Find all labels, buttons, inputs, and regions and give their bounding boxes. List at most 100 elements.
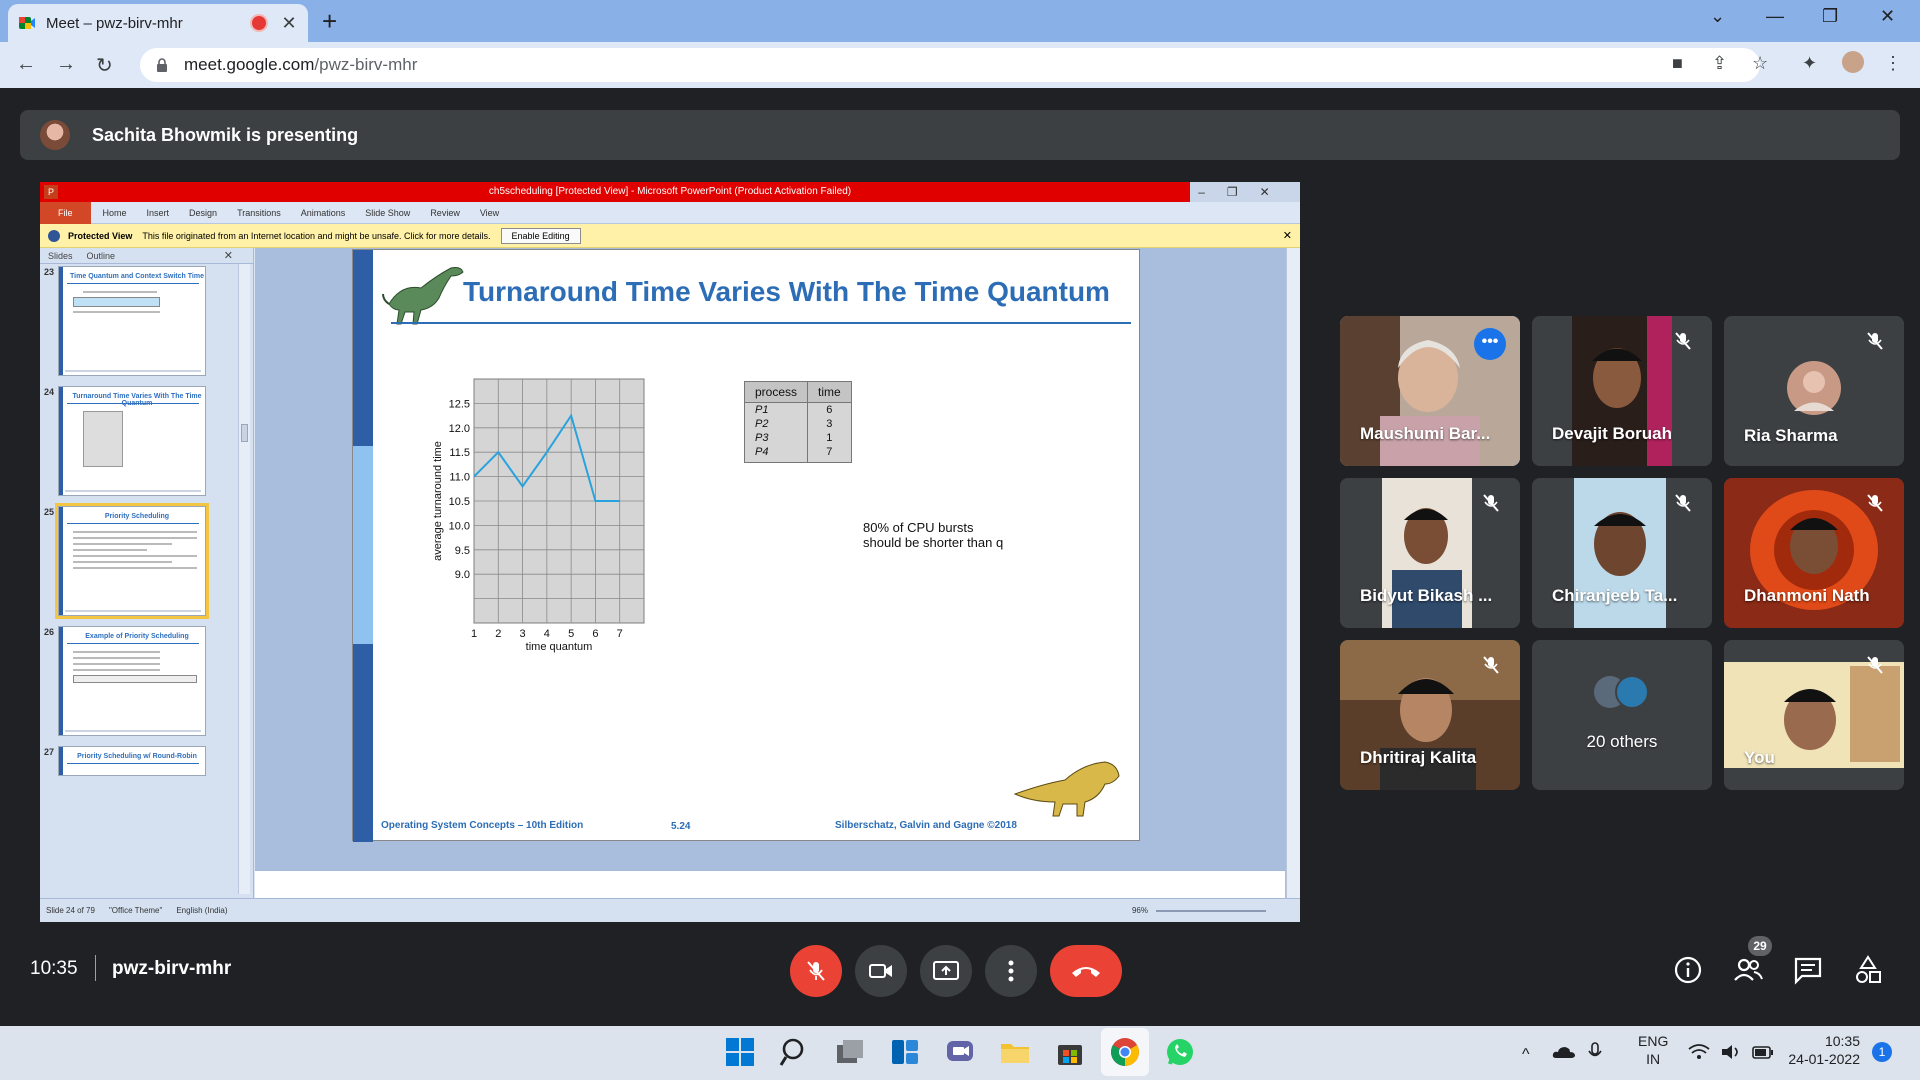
windows-start-icon[interactable] xyxy=(724,1036,756,1068)
table-header-process: process xyxy=(743,381,809,403)
profile-avatar[interactable] xyxy=(1842,51,1864,73)
whatsapp-icon[interactable] xyxy=(1164,1036,1196,1068)
participant-tile-maushumi[interactable]: ••• Maushumi Bar... xyxy=(1340,316,1520,466)
slides-panel-tabs: Slides Outline ✕ xyxy=(40,248,253,264)
slides-panel-scrollbar xyxy=(238,264,250,894)
teams-chat-icon[interactable] xyxy=(944,1036,976,1068)
chart-y-tick-label: 11.5 xyxy=(449,447,470,459)
shared-screen: P ch5scheduling [Protected View] - Micro… xyxy=(40,182,1300,922)
camera-in-use-icon[interactable]: ■ xyxy=(1672,53,1683,74)
leave-call-button[interactable] xyxy=(1050,945,1122,997)
thumb-title: Priority Scheduling w/ Round-Robin xyxy=(77,753,197,760)
minimize-icon[interactable]: — xyxy=(1766,6,1784,27)
thumb-title: Example of Priority Scheduling xyxy=(85,633,189,640)
table-row: P3 1 xyxy=(743,431,852,445)
more-options-icon[interactable]: ••• xyxy=(1474,328,1506,360)
turnaround-line-chart: 12.5 12.0 11.5 11.0 10.5 10.0 9.5 9.0 1 2 3 4 5 6 7 t… xyxy=(432,378,645,653)
camera-toggle-button[interactable] xyxy=(855,945,907,997)
bookmark-star-icon[interactable]: ☆ xyxy=(1752,53,1768,74)
input-language[interactable]: ENG IN xyxy=(1638,1032,1668,1068)
powerpoint-titlebar: P ch5scheduling [Protected View] - Micro… xyxy=(40,182,1300,202)
clock-date: 24-01-2022 xyxy=(1788,1051,1860,1067)
tab-search-icon[interactable]: ⌄ xyxy=(1710,6,1725,27)
system-clock[interactable]: 10:35 24-01-2022 xyxy=(1784,1032,1860,1068)
thumb-title: Time Quantum and Context Switch Time xyxy=(70,273,204,280)
participant-tile-bidyut[interactable]: Bidyut Bikash ... xyxy=(1340,478,1520,628)
participant-name: Devajit Boruah xyxy=(1552,424,1672,443)
task-view-icon[interactable] xyxy=(834,1036,866,1068)
chart-y-tick-label: 10.0 xyxy=(449,520,470,532)
onedrive-icon[interactable] xyxy=(1552,1044,1576,1060)
chrome-icon[interactable] xyxy=(1109,1036,1141,1068)
microsoft-store-icon[interactable] xyxy=(1054,1036,1086,1068)
show-hidden-icons-icon[interactable]: ^ xyxy=(1522,1046,1530,1064)
table-header-time: time xyxy=(807,381,852,403)
powerpoint-window-controls: –❐✕ xyxy=(1190,182,1300,202)
tab-title: Meet – pwz-birv-mhr xyxy=(46,14,183,32)
mic-toggle-button[interactable] xyxy=(790,945,842,997)
browser-toolbar: ← → ↻ meet.google.com/pwz-birv-mhr ■ ⇪ ☆… xyxy=(0,42,1920,88)
chart-y-label: average turnaround time xyxy=(432,441,444,561)
table-cell-time: 7 xyxy=(807,445,852,463)
close-tab-icon[interactable]: ✕ xyxy=(280,13,298,34)
chat-icon[interactable] xyxy=(1792,954,1824,986)
wifi-icon[interactable] xyxy=(1688,1044,1710,1060)
ribbon-tab-home: Home xyxy=(102,207,127,218)
tab-outline: Outline xyxy=(86,250,116,261)
file-explorer-icon[interactable] xyxy=(999,1036,1031,1068)
protected-view-bar: Protected View This file originated from… xyxy=(40,224,1300,248)
close-panel-icon: ✕ xyxy=(223,250,233,262)
volume-icon[interactable] xyxy=(1720,1044,1742,1060)
browser-tab-meet[interactable]: Meet – pwz-birv-mhr ✕ xyxy=(8,4,308,42)
slide-title: Turnaround Time Varies With The Time Qua… xyxy=(463,276,1110,307)
thumb-number: 27 xyxy=(44,747,55,757)
back-icon[interactable]: ← xyxy=(16,53,36,76)
tab-slides: Slides xyxy=(48,250,73,261)
participant-tile-ria[interactable]: Ria Sharma xyxy=(1724,316,1904,466)
extensions-icon[interactable]: ✦ xyxy=(1802,53,1817,74)
new-tab-button[interactable]: + xyxy=(322,6,337,37)
reload-icon[interactable]: ↻ xyxy=(96,53,113,78)
mic-off-icon xyxy=(1483,494,1499,512)
meeting-clock: 10:35 xyxy=(30,958,78,979)
table-cell-process: P1 xyxy=(743,402,809,417)
meeting-details-icon[interactable] xyxy=(1672,954,1704,986)
participant-tile-devajit[interactable]: Devajit Boruah xyxy=(1532,316,1712,466)
mic-off-icon xyxy=(807,961,825,981)
battery-icon[interactable] xyxy=(1752,1046,1774,1059)
chart-y-tick-label: 11.0 xyxy=(449,472,470,484)
microphone-icon[interactable] xyxy=(1588,1042,1602,1062)
activities-icon[interactable] xyxy=(1852,954,1884,986)
address-bar[interactable]: meet.google.com/pwz-birv-mhr xyxy=(140,48,1760,82)
present-screen-button[interactable] xyxy=(920,945,972,997)
forward-icon[interactable]: → xyxy=(56,53,76,76)
presenting-banner: Sachita Bhowmik is presenting xyxy=(20,110,1900,160)
participant-tile-dhanmoni[interactable]: Dhanmoni Nath xyxy=(1724,478,1904,628)
share-icon[interactable]: ⇪ xyxy=(1712,53,1727,74)
restore-icon[interactable]: ❐ xyxy=(1822,6,1838,27)
participant-tile-others[interactable]: 20 others xyxy=(1532,640,1712,790)
status-language: English (India) xyxy=(176,906,228,915)
widgets-icon[interactable] xyxy=(889,1036,921,1068)
ribbon-tab-design: Design xyxy=(189,207,218,218)
search-icon[interactable] xyxy=(779,1036,811,1068)
participant-tile-you[interactable]: You xyxy=(1724,640,1904,790)
close-window-icon[interactable]: ✕ xyxy=(1880,6,1895,27)
chart-x-ticks: 1 2 3 4 5 6 7 xyxy=(471,628,623,640)
notification-badge[interactable]: 1 xyxy=(1872,1042,1892,1062)
thumb-number: 26 xyxy=(44,627,55,637)
table-cell-time: 6 xyxy=(807,402,852,417)
participant-tile-chiranjeeb[interactable]: Chiranjeeb Ta... xyxy=(1532,478,1712,628)
participant-name: Chiranjeeb Ta... xyxy=(1552,586,1678,605)
mic-off-icon xyxy=(1675,332,1691,350)
people-count-badge: 29 xyxy=(1748,936,1772,956)
table-cell-process: P2 xyxy=(743,417,809,431)
powerpoint-logo-icon: P xyxy=(44,185,58,199)
dinosaur-footer-icon xyxy=(1013,761,1120,817)
people-icon[interactable] xyxy=(1732,954,1764,986)
browser-menu-icon[interactable]: ⋮ xyxy=(1884,53,1902,74)
participant-name: Ria Sharma xyxy=(1744,426,1838,445)
slide-number: 5.24 xyxy=(671,821,691,832)
participant-tile-dhritiraj[interactable]: Dhritiraj Kalita xyxy=(1340,640,1520,790)
more-options-button[interactable] xyxy=(985,945,1037,997)
